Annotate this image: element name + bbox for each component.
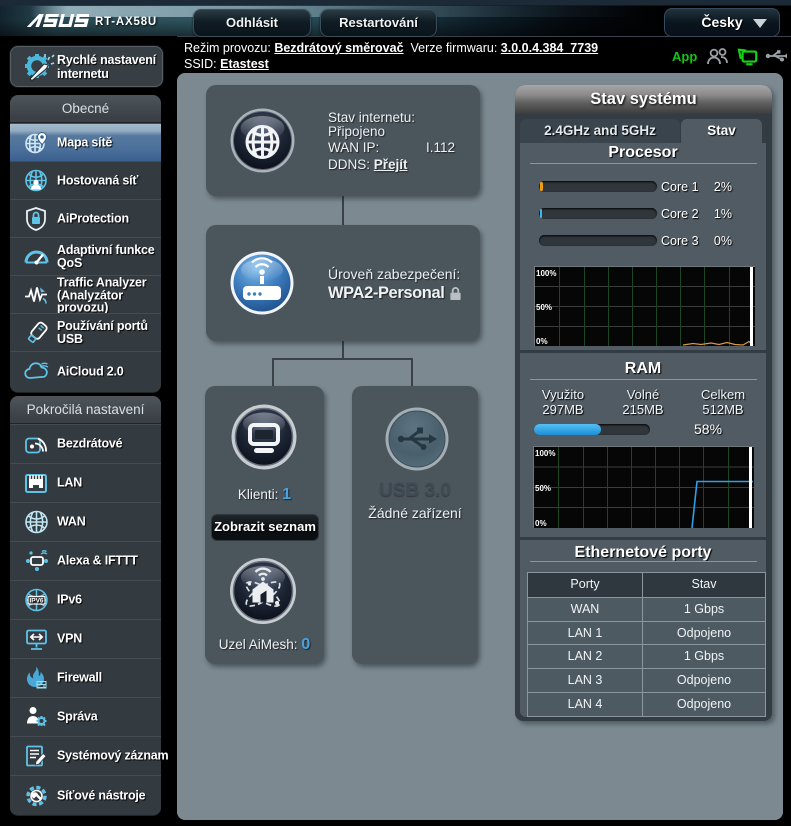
svg-text:50%: 50% [535, 484, 551, 493]
svg-text:100%: 100% [535, 449, 555, 458]
svg-text:0%: 0% [535, 519, 547, 528]
svg-text:50%: 50% [536, 303, 552, 312]
svg-text:100%: 100% [536, 269, 556, 278]
svg-text:IPV6: IPV6 [29, 598, 43, 605]
svg-text:0%: 0% [536, 337, 548, 346]
